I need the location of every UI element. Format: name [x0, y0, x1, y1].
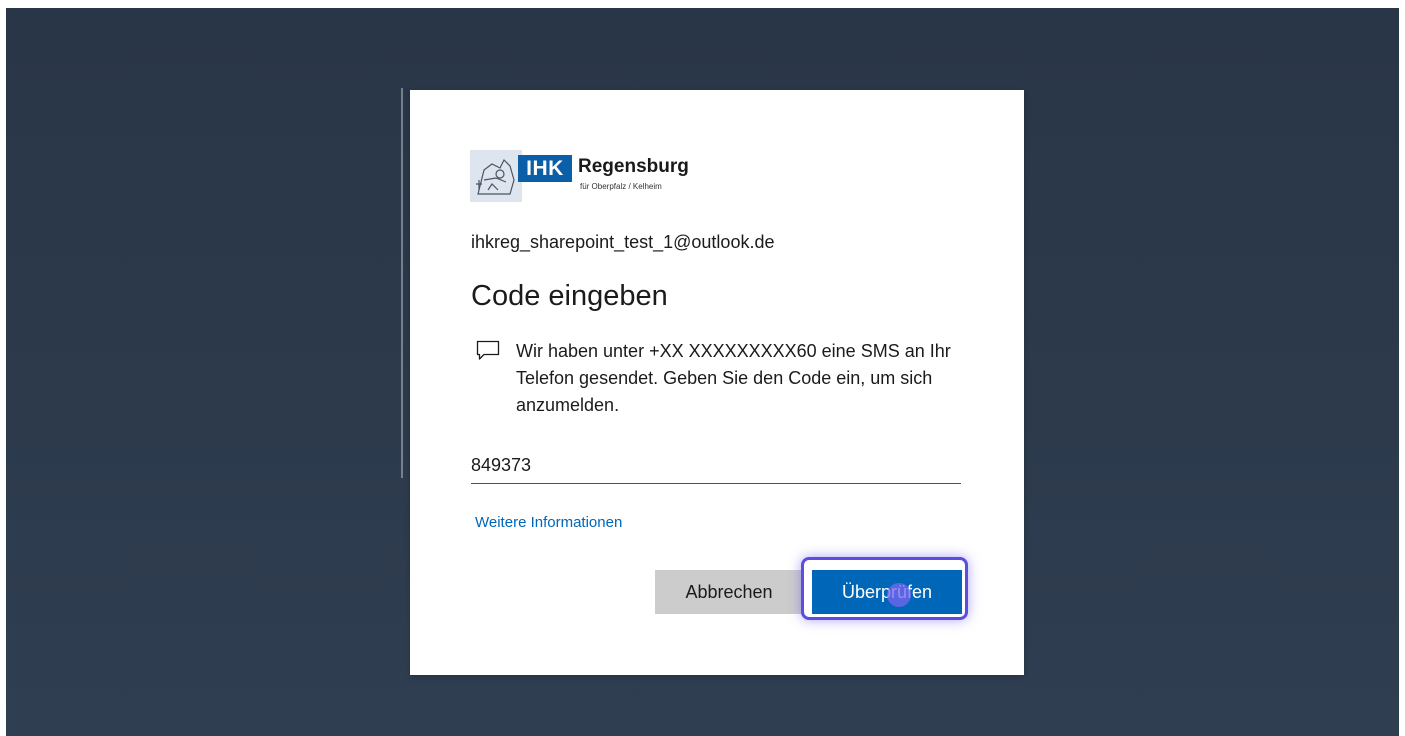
ihk-logo: IHK Regensburg für Oberpfalz / Kelheim [470, 150, 700, 202]
signin-card: IHK Regensburg für Oberpfalz / Kelheim i… [410, 90, 1024, 675]
account-email: ihkreg_sharepoint_test_1@outlook.de [471, 232, 775, 252]
cancel-button[interactable]: Abbrechen [655, 570, 803, 614]
logo-illustration [470, 150, 522, 202]
logo-name: Regensburg [578, 156, 689, 177]
click-cursor-indicator [887, 583, 911, 607]
page-title: Code eingeben [471, 280, 668, 312]
more-info-link[interactable]: Weitere Informationen [475, 513, 622, 533]
logo-subtitle: für Oberpfalz / Kelheim [580, 182, 662, 191]
chat-bubble-icon [476, 340, 500, 362]
code-input[interactable] [471, 447, 961, 484]
logo-badge: IHK [518, 155, 572, 182]
sms-message: Wir haben unter +XX XXXXXXXXX60 eine SMS… [516, 341, 951, 415]
background-divider [401, 88, 403, 478]
